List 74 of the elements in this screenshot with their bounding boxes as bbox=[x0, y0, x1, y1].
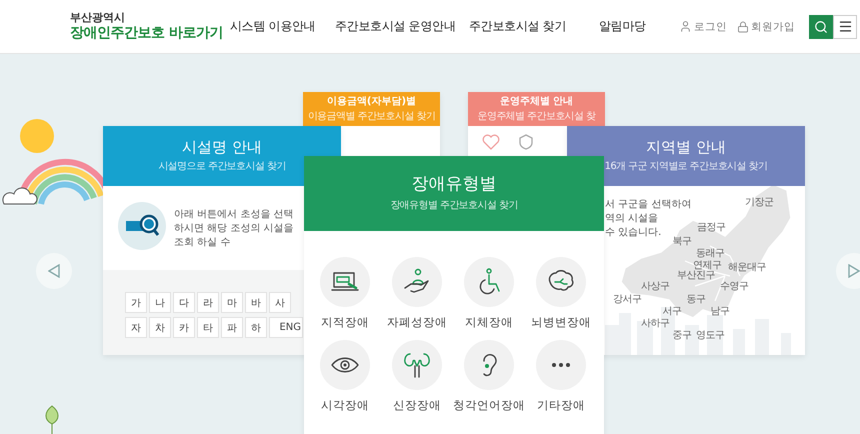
district-label[interactable]: 영도구 bbox=[696, 331, 724, 341]
initial-key[interactable]: 파 bbox=[221, 317, 243, 338]
previous-button[interactable] bbox=[36, 253, 72, 289]
card-subtitle: 장애유형별 주간보호시설 찾기 bbox=[390, 198, 518, 212]
disability-type-button[interactable]: 지체장애 bbox=[453, 257, 525, 330]
initial-key[interactable]: 사 bbox=[269, 292, 291, 313]
district-label[interactable]: 중구 bbox=[672, 331, 692, 341]
menu-button[interactable] bbox=[833, 14, 857, 38]
logo-title: 장애인주간보호 바로가기 bbox=[70, 24, 224, 42]
shield-icon bbox=[518, 134, 534, 150]
district-label[interactable]: 부산진구 bbox=[677, 271, 715, 281]
initial-key[interactable]: 바 bbox=[245, 292, 267, 313]
menu-icon bbox=[838, 19, 852, 34]
login-link[interactable]: 로그인 bbox=[679, 20, 727, 34]
initial-key[interactable]: 타 bbox=[197, 317, 219, 338]
card-subtitle: 이용금액별 주간보호시설 찾기 bbox=[308, 110, 436, 122]
district-label[interactable]: 사상구 bbox=[640, 282, 670, 292]
site-logo[interactable]: 부산광역시 장애인주간보호 바로가기 bbox=[70, 10, 230, 42]
card-title: 시설명 안내 bbox=[182, 138, 262, 156]
logo-subtitle: 부산광역시 bbox=[70, 10, 126, 24]
disability-type-button[interactable]: 청각언어장애 bbox=[453, 340, 525, 413]
district-label[interactable]: 사하구 bbox=[640, 319, 670, 329]
card-subtitle: 운영주체별 주간보호시설 찾 bbox=[478, 110, 596, 122]
district-label[interactable]: 동래구 bbox=[696, 249, 724, 259]
nav-link[interactable]: 알림마당 bbox=[599, 18, 669, 35]
search-help-icon bbox=[118, 202, 166, 250]
district-label[interactable]: 금정구 bbox=[696, 223, 726, 233]
search-icon bbox=[814, 20, 828, 34]
card-description: 아래 버튼에서 초성을 선택하시면 해당 조성의 시설을 조회 하실 수 bbox=[174, 208, 295, 250]
next-icon bbox=[848, 264, 860, 278]
info-card[interactable]: 장애유형별 장애유형별 주간보호시설 찾기 지적장애 자폐성장애 지체장애 뇌병변장애 시각장애 신장장애 청각언어장애 기타장애 bbox=[304, 156, 604, 434]
initial-key[interactable]: 자 bbox=[125, 317, 147, 338]
nav-link[interactable]: 주간보호시설 운영안내 bbox=[335, 18, 469, 35]
district-label[interactable]: 북구 bbox=[672, 237, 692, 247]
search-button[interactable] bbox=[809, 14, 833, 38]
disability-type-button[interactable]: 뇌병변장애 bbox=[525, 257, 597, 330]
initial-key[interactable]: 차 bbox=[149, 317, 171, 338]
heart-icon bbox=[482, 134, 500, 150]
initial-key[interactable]: 가 bbox=[125, 292, 147, 313]
district-label[interactable]: 연제구 bbox=[692, 261, 722, 271]
initial-key[interactable]: 다 bbox=[173, 292, 195, 313]
initial-key[interactable]: 라 bbox=[197, 292, 219, 313]
initial-key[interactable]: 나 bbox=[149, 292, 171, 313]
leaf-drawing bbox=[44, 404, 60, 434]
card-description: 서 구군을 선택하여 역의 시설을 수 있습니다. bbox=[605, 198, 692, 238]
user-icon bbox=[679, 20, 692, 33]
nav-link[interactable]: 주간보호시설 찾기 bbox=[469, 18, 599, 35]
district-label[interactable]: 서구 bbox=[662, 307, 682, 317]
card-subtitle: 16개 구군 지역별로 주간보호시설 찾기 bbox=[604, 160, 768, 174]
more-icon bbox=[552, 363, 570, 367]
nav-link[interactable]: 시스템 이용안내 bbox=[230, 18, 335, 35]
card-title: 이용금액(자부담)별 bbox=[326, 96, 416, 108]
initial-key[interactable]: 마 bbox=[221, 292, 243, 313]
district-label[interactable]: 해운대구 bbox=[728, 263, 766, 273]
disability-type-button[interactable]: 시각장애 bbox=[309, 340, 381, 413]
district-label[interactable]: 기장군 bbox=[744, 198, 774, 208]
initial-key[interactable]: ENG bbox=[269, 317, 303, 338]
card-subtitle: 시설명으로 주간보호시설 찾기 bbox=[158, 160, 286, 174]
disability-type-button[interactable]: 지적장애 bbox=[309, 257, 381, 330]
previous-icon bbox=[48, 264, 60, 278]
district-label[interactable]: 강서구 bbox=[612, 295, 642, 305]
initial-key[interactable]: 카 bbox=[173, 317, 195, 338]
district-label[interactable]: 남구 bbox=[710, 307, 730, 317]
district-label[interactable]: 동구 bbox=[686, 295, 706, 305]
district-label[interactable]: 수영구 bbox=[720, 282, 748, 292]
card-title: 장애유형별 bbox=[412, 175, 496, 195]
signup-link[interactable]: 회원가입 bbox=[737, 20, 795, 34]
card-title: 운영주체별 안내 bbox=[500, 96, 574, 108]
initial-key[interactable]: 하 bbox=[245, 317, 267, 338]
card-title: 지역별 안내 bbox=[646, 138, 726, 156]
disability-type-button[interactable]: 기타장애 bbox=[525, 340, 597, 413]
lock-icon bbox=[737, 20, 749, 32]
disability-type-button[interactable]: 자폐성장애 bbox=[381, 257, 453, 330]
disability-type-button[interactable]: 신장장애 bbox=[381, 340, 453, 413]
